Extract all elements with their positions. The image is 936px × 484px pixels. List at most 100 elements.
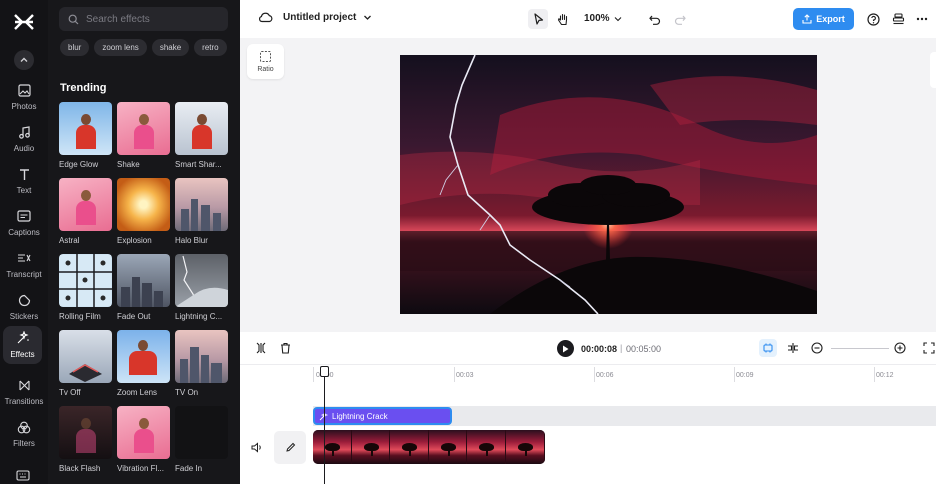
layers-button[interactable] [888,9,908,29]
effect-tile-shake[interactable]: Shake [117,102,170,178]
effects-panel: Search effects blur zoom lens shake retr… [48,0,240,484]
chip-blur[interactable]: blur [60,39,90,56]
video-preview[interactable] [400,55,817,314]
video-frame [313,430,352,464]
rail-item-stickers[interactable]: Stickers [0,288,48,328]
more-horizontal-icon [916,17,928,21]
play-button[interactable] [557,340,574,357]
trash-icon [280,342,290,354]
effect-label: Edge Glow [59,160,99,169]
project-menu[interactable]: Untitled project [258,11,372,23]
right-panel-tab[interactable] [930,52,936,88]
video-clip[interactable] [313,430,545,464]
effect-thumbnail [117,102,170,155]
rail-item-audio[interactable]: Audio [0,120,48,160]
effect-thumbnail [59,178,112,231]
current-time: 00:00:08 [581,344,618,354]
effect-tile-black-flash[interactable]: Black Flash [59,406,112,482]
playhead-line [324,368,325,484]
redo-button[interactable] [670,9,690,29]
rail-item-captions[interactable]: Captions [0,204,48,244]
timeline-tick: 00:03 [456,372,474,379]
track-mute-button[interactable] [249,439,265,455]
split-button[interactable] [252,339,270,357]
captions-icon [16,208,32,224]
link-split-icon [788,343,798,353]
search-icon [68,14,79,24]
chip-retro[interactable]: retro [194,39,227,56]
rail-item-photos[interactable]: Photos [0,78,48,118]
effect-clip-lightning-crack[interactable]: Lightning Crack [313,407,452,425]
rail-item-label: Text [16,186,32,195]
chevron-down-icon [614,16,621,21]
cursor-arrow-icon [533,13,543,25]
effect-tile-edge-glow[interactable]: Edge Glow [59,102,112,178]
track-edit-button[interactable] [274,431,306,464]
effect-tile-smart-sharpen[interactable]: Smart Shar... [175,102,228,178]
total-duration: 00:05:00 [626,344,662,354]
effect-tile-tv-on[interactable]: TV On [175,330,228,406]
rail-item-effects[interactable]: Effects [3,326,42,364]
effect-thumbnail [117,178,170,231]
timeline-tick: 00:12 [876,372,894,379]
link-clips-button[interactable] [784,339,802,357]
ratio-button[interactable]: Ratio [247,44,284,79]
zoom-dropdown[interactable]: 100% [584,13,622,24]
fit-timeline-button[interactable] [922,339,936,357]
auto-snap-button[interactable] [759,339,777,357]
rail-item-label: Transcript [6,270,42,279]
chip-shake[interactable]: shake [151,39,190,56]
effect-tile-explosion[interactable]: Explosion [117,178,170,254]
hand-tool-button[interactable] [553,9,573,29]
export-label: Export [816,14,845,24]
zoom-in-button[interactable] [891,339,909,357]
effect-tile-rolling-film[interactable]: Rolling Film [59,254,112,330]
transcript-icon [16,250,32,266]
effect-tile-astral[interactable]: Astral [59,178,112,254]
effect-tile-zoom-lens[interactable]: Zoom Lens [117,330,170,406]
chevron-up-icon [20,57,28,62]
rail-item-label: Filters [13,439,35,448]
zoom-out-button[interactable] [808,339,826,357]
effect-tile-fade-in[interactable]: Fade In [175,406,228,482]
timeline-zoom-slider[interactable] [831,348,889,349]
effect-label: Halo Blur [175,236,208,245]
effects-grid: Edge Glow Shake Smart Shar... Astral Exp… [59,102,233,482]
effect-tile-lightning-crack[interactable]: Lightning C... [175,254,228,330]
rail-item-filters[interactable]: Filters [0,415,48,455]
effect-tile-halo-blur[interactable]: Halo Blur [175,178,228,254]
delete-button[interactable] [276,339,294,357]
rail-item-transcript[interactable]: Transcript [0,246,48,286]
effect-thumbnail [117,406,170,459]
magnet-snap-icon [763,343,773,353]
effects-icon [15,330,31,346]
effect-tile-tv-off[interactable]: Tv Off [59,330,112,406]
effect-clip-label: Lightning Crack [332,411,388,421]
rail-item-transitions[interactable]: Transitions [0,373,48,413]
sticker-icon [16,292,32,308]
more-options-button[interactable] [912,9,932,29]
timeline-tick: 00:06 [596,372,614,379]
effect-tile-fade-out[interactable]: Fade Out [117,254,170,330]
effect-label: Smart Shar... [175,160,222,169]
rail-item-label: Transitions [4,397,44,406]
effect-tile-vibration-flash[interactable]: Vibration Fl... [117,406,170,482]
effect-label: Lightning C... [175,312,223,321]
collapse-up-button[interactable] [14,50,34,70]
search-effects-input[interactable]: Search effects [59,7,228,31]
undo-button[interactable] [645,9,665,29]
select-tool-button[interactable] [528,9,548,29]
export-button[interactable]: Export [793,8,854,30]
playhead-handle[interactable] [320,366,329,377]
keyboard-icon[interactable] [16,468,30,484]
help-button[interactable] [863,9,883,29]
tick-mark [454,367,455,382]
transitions-icon [16,377,32,393]
chevron-down-icon [364,15,372,20]
rail-item-text[interactable]: Text [0,162,48,202]
effect-label: Zoom Lens [117,388,158,397]
effect-thumbnail [59,254,112,307]
zoom-value: 100% [584,13,610,24]
capcut-logo-icon[interactable] [12,10,36,34]
chip-zoom-lens[interactable]: zoom lens [94,39,147,56]
